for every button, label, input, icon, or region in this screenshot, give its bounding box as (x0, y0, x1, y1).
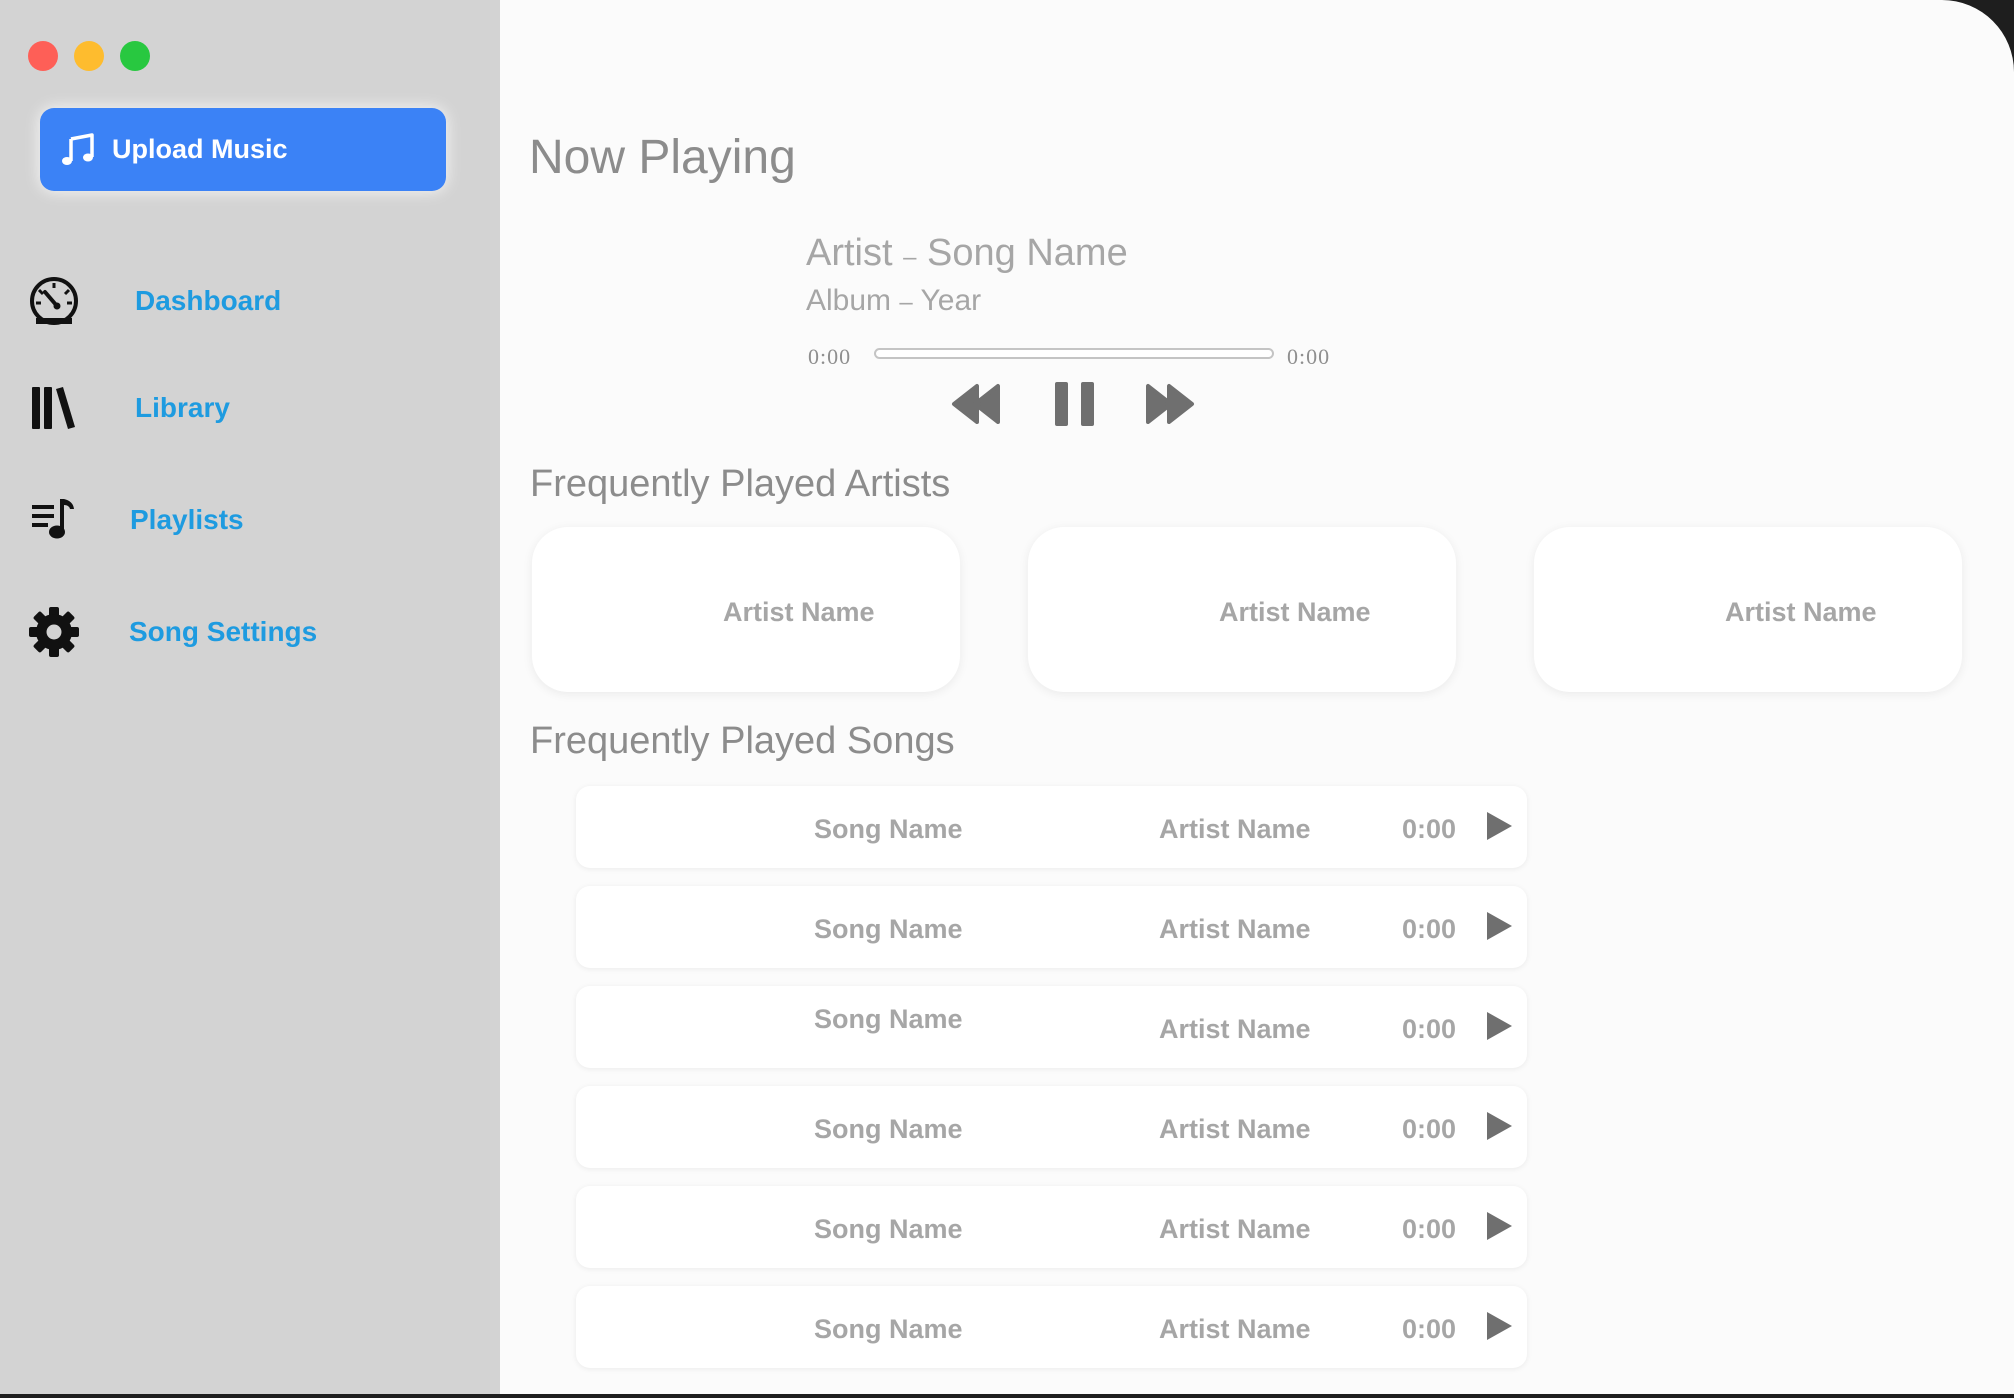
playlist-music-icon (26, 492, 82, 548)
sidebar: Upload Music Dashboard Library Playlists… (0, 0, 500, 1394)
sidebar-item-library[interactable]: Library (0, 373, 500, 443)
upload-music-label: Upload Music (112, 134, 288, 164)
rewind-icon (952, 384, 1000, 424)
song-duration: 0:00 (1402, 1014, 1457, 1044)
sidebar-item-playlists[interactable]: Playlists (0, 485, 500, 555)
artist-name: Artist Name (1725, 597, 1877, 627)
song-duration: 0:00 (1402, 1314, 1457, 1344)
gear-icon (26, 604, 82, 660)
song-row[interactable]: Song Name Artist Name 0:00 (576, 886, 1527, 968)
play-icon[interactable] (1484, 1210, 1514, 1242)
now-playing-album: Album (806, 284, 892, 317)
now-playing-song: Song Name (927, 232, 1128, 274)
sidebar-item-dashboard[interactable]: Dashboard (0, 266, 500, 336)
song-name: Song Name (814, 814, 963, 844)
song-name: Song Name (814, 1314, 963, 1344)
song-row[interactable]: Song Name Artist Name 0:00 (576, 1286, 1527, 1368)
elapsed-time: 0:00 (808, 344, 852, 369)
pause-icon (1055, 382, 1094, 426)
frequent-songs-title: Frequently Played Songs (530, 720, 955, 762)
play-icon[interactable] (1484, 810, 1514, 842)
song-row[interactable]: Song Name Artist Name 0:00 (576, 1186, 1527, 1268)
rewind-button[interactable] (950, 378, 1002, 430)
now-playing-album-year: Album – Year (806, 284, 981, 318)
artist-card[interactable]: Artist Name (1028, 527, 1456, 692)
sidebar-item-label: Dashboard (135, 285, 282, 316)
library-books-icon (26, 380, 82, 436)
dashboard-gauge-icon (26, 273, 82, 329)
frequent-artists-title: Frequently Played Artists (530, 463, 951, 505)
play-icon[interactable] (1484, 910, 1514, 942)
song-name: Song Name (814, 1114, 963, 1144)
pause-button[interactable] (1053, 378, 1097, 430)
sidebar-item-label: Song Settings (129, 616, 318, 647)
song-duration: 0:00 (1402, 1114, 1457, 1144)
separator: – (903, 244, 917, 271)
fast-forward-button[interactable] (1144, 378, 1196, 430)
artist-name: Artist Name (723, 597, 875, 627)
song-name: Song Name (814, 914, 963, 944)
total-time: 0:00 (1287, 344, 1331, 369)
song-artist: Artist Name (1159, 914, 1311, 944)
sidebar-item-song-settings[interactable]: Song Settings (0, 597, 500, 667)
page-title: Now Playing (529, 131, 796, 184)
now-playing-artist: Artist (806, 232, 893, 274)
song-row[interactable]: Song Name Artist Name 0:00 (576, 786, 1527, 868)
song-artist: Artist Name (1159, 1114, 1311, 1144)
now-playing-year: Year (920, 284, 982, 317)
song-artist: Artist Name (1159, 1314, 1311, 1344)
play-icon[interactable] (1484, 1310, 1514, 1342)
artist-name: Artist Name (1219, 597, 1371, 627)
separator: – (899, 289, 913, 316)
progress-bar[interactable] (874, 348, 1274, 359)
song-duration: 0:00 (1402, 914, 1457, 944)
song-duration: 0:00 (1402, 1214, 1457, 1244)
minimize-window-button[interactable] (74, 41, 104, 71)
song-artist: Artist Name (1159, 1214, 1311, 1244)
app-window: Upload Music Dashboard Library Playlists… (0, 0, 2014, 1394)
maximize-window-button[interactable] (120, 41, 150, 71)
close-window-button[interactable] (28, 41, 58, 71)
song-name: Song Name (814, 1214, 963, 1244)
artist-card[interactable]: Artist Name (1534, 527, 1962, 692)
song-duration: 0:00 (1402, 814, 1457, 844)
song-name: Song Name (814, 1004, 963, 1034)
sidebar-item-label: Playlists (130, 504, 244, 535)
song-artist: Artist Name (1159, 814, 1311, 844)
upload-music-button[interactable]: Upload Music (40, 108, 446, 191)
song-row[interactable]: Song Name Artist Name 0:00 (576, 986, 1527, 1068)
fast-forward-icon (1146, 384, 1194, 424)
play-icon[interactable] (1484, 1010, 1514, 1042)
play-icon[interactable] (1484, 1110, 1514, 1142)
artist-card[interactable]: Artist Name (532, 527, 960, 692)
song-artist: Artist Name (1159, 1014, 1311, 1044)
song-row[interactable]: Song Name Artist Name 0:00 (576, 1086, 1527, 1168)
music-note-icon (58, 130, 98, 170)
sidebar-item-label: Library (135, 392, 230, 423)
now-playing-artist-song: Artist – Song Name (806, 232, 1128, 275)
